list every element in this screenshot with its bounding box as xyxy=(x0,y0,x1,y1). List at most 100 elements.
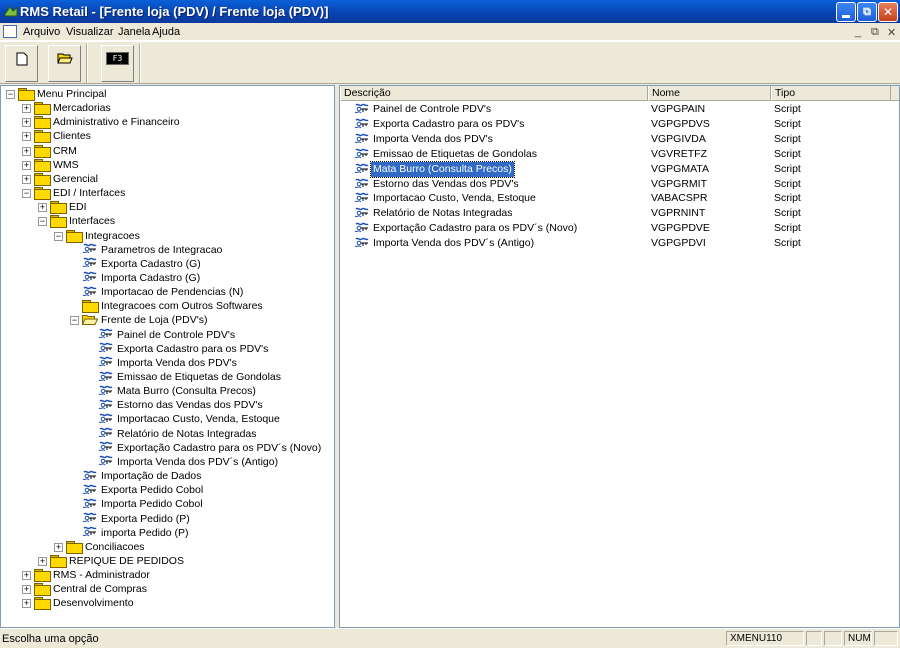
expand-icon[interactable]: + xyxy=(22,160,31,170)
tree-node[interactable]: WMS xyxy=(34,158,79,172)
tree-node[interactable]: Administrativo e Financeiro xyxy=(34,115,180,130)
menu-arquivo[interactable]: Arquivo xyxy=(23,26,60,38)
tree-node[interactable]: Mata Burro (Consulta Precos) xyxy=(98,384,256,398)
table-row[interactable]: Importa Venda dos PDV´s (Antigo) VGPGPDVI… xyxy=(340,236,899,251)
table-row[interactable]: Estorno das Vendas dos PDV's VGPGRMIT Scri… xyxy=(340,177,899,192)
collapse-icon[interactable]: − xyxy=(22,189,31,199)
tree-node[interactable]: Conciliacoes xyxy=(66,540,145,554)
cell-descricao: Exporta Cadastro para os PDV's xyxy=(354,117,526,132)
restore-button[interactable]: ⧉ xyxy=(857,2,877,22)
expand-icon[interactable]: + xyxy=(22,585,31,595)
restore-icon: ⧉ xyxy=(863,5,871,18)
f3-button[interactable]: F3 xyxy=(101,45,134,82)
column-nome[interactable]: Nome xyxy=(648,86,771,101)
tree-node-label: Desenvolvimento xyxy=(53,597,134,610)
folder-icon xyxy=(34,187,51,201)
new-button[interactable] xyxy=(5,45,38,82)
expand-icon[interactable]: + xyxy=(22,571,31,581)
tree-node[interactable]: Exporta Pedido (P) xyxy=(82,512,190,526)
menu-ajuda[interactable]: Ajuda xyxy=(152,26,180,38)
cell-descricao-text: Mata Burro (Consulta Precos) xyxy=(370,160,515,178)
tree-node[interactable]: Exporta Cadastro (G) xyxy=(82,257,201,271)
collapse-icon[interactable]: − xyxy=(70,316,79,326)
expand-icon[interactable]: + xyxy=(22,104,31,114)
tree-node[interactable]: Importa Venda dos PDV´s (Antigo) xyxy=(98,455,278,469)
tree-node[interactable]: Estorno das Vendas dos PDV's xyxy=(98,398,263,412)
mdi-close-icon[interactable]: ✕ xyxy=(887,26,896,39)
tree-node[interactable]: Exportação Cadastro para os PDV´s (Novo) xyxy=(98,441,321,455)
expand-icon[interactable]: + xyxy=(54,542,63,552)
status-panel-caps xyxy=(806,631,822,646)
table-row[interactable]: Exporta Cadastro para os PDV's VGPGPDVS Sc… xyxy=(340,117,899,132)
tree-node[interactable]: EDI / Interfaces xyxy=(34,186,125,201)
toolbar-separator xyxy=(86,44,88,83)
open-button[interactable] xyxy=(48,45,81,82)
tree-node[interactable]: Interfaces xyxy=(50,214,115,229)
table-row[interactable]: Relatório de Notas Integradas VGPRNINT Scr… xyxy=(340,206,899,221)
tree-node[interactable]: Painel de Controle PDV's xyxy=(98,328,235,342)
tree-node[interactable]: Importa Venda dos PDV's xyxy=(98,356,237,370)
table-row[interactable]: Mata Burro (Consulta Precos) VGPGMATA Scri… xyxy=(340,160,899,178)
tree-node[interactable]: Menu Principal xyxy=(18,87,106,101)
expand-icon[interactable]: + xyxy=(22,118,31,128)
tree-node[interactable]: Exporta Cadastro para os PDV's xyxy=(98,342,268,356)
table-row[interactable]: Importacao Custo, Venda, Estoque VABACSPR… xyxy=(340,191,899,206)
folder-icon xyxy=(34,158,51,172)
tree-node[interactable]: EDI xyxy=(50,200,87,215)
document-icon[interactable] xyxy=(3,25,17,38)
tree-node[interactable]: Clientes xyxy=(34,129,91,144)
tree-node[interactable]: Frente de Loja (PDV's) xyxy=(81,313,207,327)
tree-node[interactable]: REPIQUE DE PEDIDOS xyxy=(50,554,184,568)
column-tipo[interactable]: Tipo xyxy=(771,86,891,101)
tree-node[interactable]: CRM xyxy=(34,144,77,158)
table-row[interactable]: Importa Venda dos PDV's VGPGIVDA Script xyxy=(340,132,899,147)
tree-node-label: Importa Venda dos PDV's xyxy=(117,356,237,369)
tree-node[interactable]: Importa Pedido Cobol xyxy=(82,497,203,511)
cell-tipo: Script xyxy=(774,117,801,130)
expand-icon[interactable]: + xyxy=(22,174,31,184)
menu-janela[interactable]: Janela xyxy=(118,26,150,38)
mdi-restore-icon[interactable]: ⧉ xyxy=(871,26,879,39)
tree-node[interactable]: Integracoes xyxy=(66,229,140,243)
collapse-icon[interactable]: − xyxy=(54,231,63,241)
tree-node[interactable]: Mercadorias xyxy=(34,101,111,116)
expand-icon[interactable]: + xyxy=(38,556,47,566)
tree-node[interactable]: Exporta Pedido Cobol xyxy=(82,483,203,497)
tree-node[interactable]: RMS - Administrador xyxy=(34,568,150,583)
tree-node[interactable]: Parametros de Integracao xyxy=(82,243,222,257)
cell-descricao: Relatório de Notas Integradas xyxy=(354,206,515,221)
close-button[interactable]: ✕ xyxy=(878,2,898,22)
program-list[interactable]: Descrição Nome Tipo Painel de Controle P… xyxy=(339,85,900,628)
tree-node[interactable]: Emissao de Etiquetas de Gondolas xyxy=(98,370,281,384)
menu-visualizar[interactable]: Visualizar xyxy=(66,26,114,38)
expand-icon[interactable]: + xyxy=(22,146,31,156)
tree-node[interactable]: Importacao de Pendencias (N) xyxy=(82,285,243,299)
menu-tree[interactable]: Menu Principal − Mercadorias + Administrativ… xyxy=(0,85,335,628)
tree-node[interactable]: Integracoes com Outros Softwares xyxy=(82,299,263,314)
title-bar[interactable]: RMS Retail - [Frente loja (PDV) / Frente… xyxy=(0,0,900,23)
tree-node[interactable]: importa Pedido (P) xyxy=(82,526,189,540)
tree-node[interactable]: Importacao Custo, Venda, Estoque xyxy=(98,412,280,426)
cell-descricao: Emissao de Etiquetas de Gondolas xyxy=(354,147,539,162)
tree-node[interactable]: Importação de Dados xyxy=(82,469,201,483)
script-icon xyxy=(354,237,370,250)
mdi-minimize-icon[interactable]: _ xyxy=(855,26,861,38)
script-icon xyxy=(98,455,114,468)
cell-nome: VGPGMATA xyxy=(651,162,709,175)
tree-node[interactable]: Gerencial xyxy=(34,172,98,186)
expand-icon[interactable]: + xyxy=(22,132,31,142)
tree-node[interactable]: Importa Cadastro (G) xyxy=(82,271,200,285)
table-row[interactable]: Painel de Controle PDV's VGPGPAIN Script xyxy=(340,102,899,117)
tree-node[interactable]: Relatório de Notas Integradas xyxy=(98,427,257,441)
tree-node[interactable]: Central de Compras xyxy=(34,582,147,597)
expand-icon[interactable]: + xyxy=(38,203,47,213)
minimize-button[interactable] xyxy=(836,2,856,22)
column-descricao[interactable]: Descrição xyxy=(340,86,648,101)
cell-nome: VGPGPAIN xyxy=(651,103,706,115)
expand-icon[interactable]: + xyxy=(22,599,31,609)
collapse-icon[interactable]: − xyxy=(6,90,15,99)
table-row[interactable]: Exportação Cadastro para os PDV´s (Novo)… xyxy=(340,221,899,236)
table-row[interactable]: Emissao de Etiquetas de Gondolas VGVRETFZ… xyxy=(340,147,899,162)
collapse-icon[interactable]: − xyxy=(38,217,47,227)
tree-node[interactable]: Desenvolvimento xyxy=(34,596,134,611)
